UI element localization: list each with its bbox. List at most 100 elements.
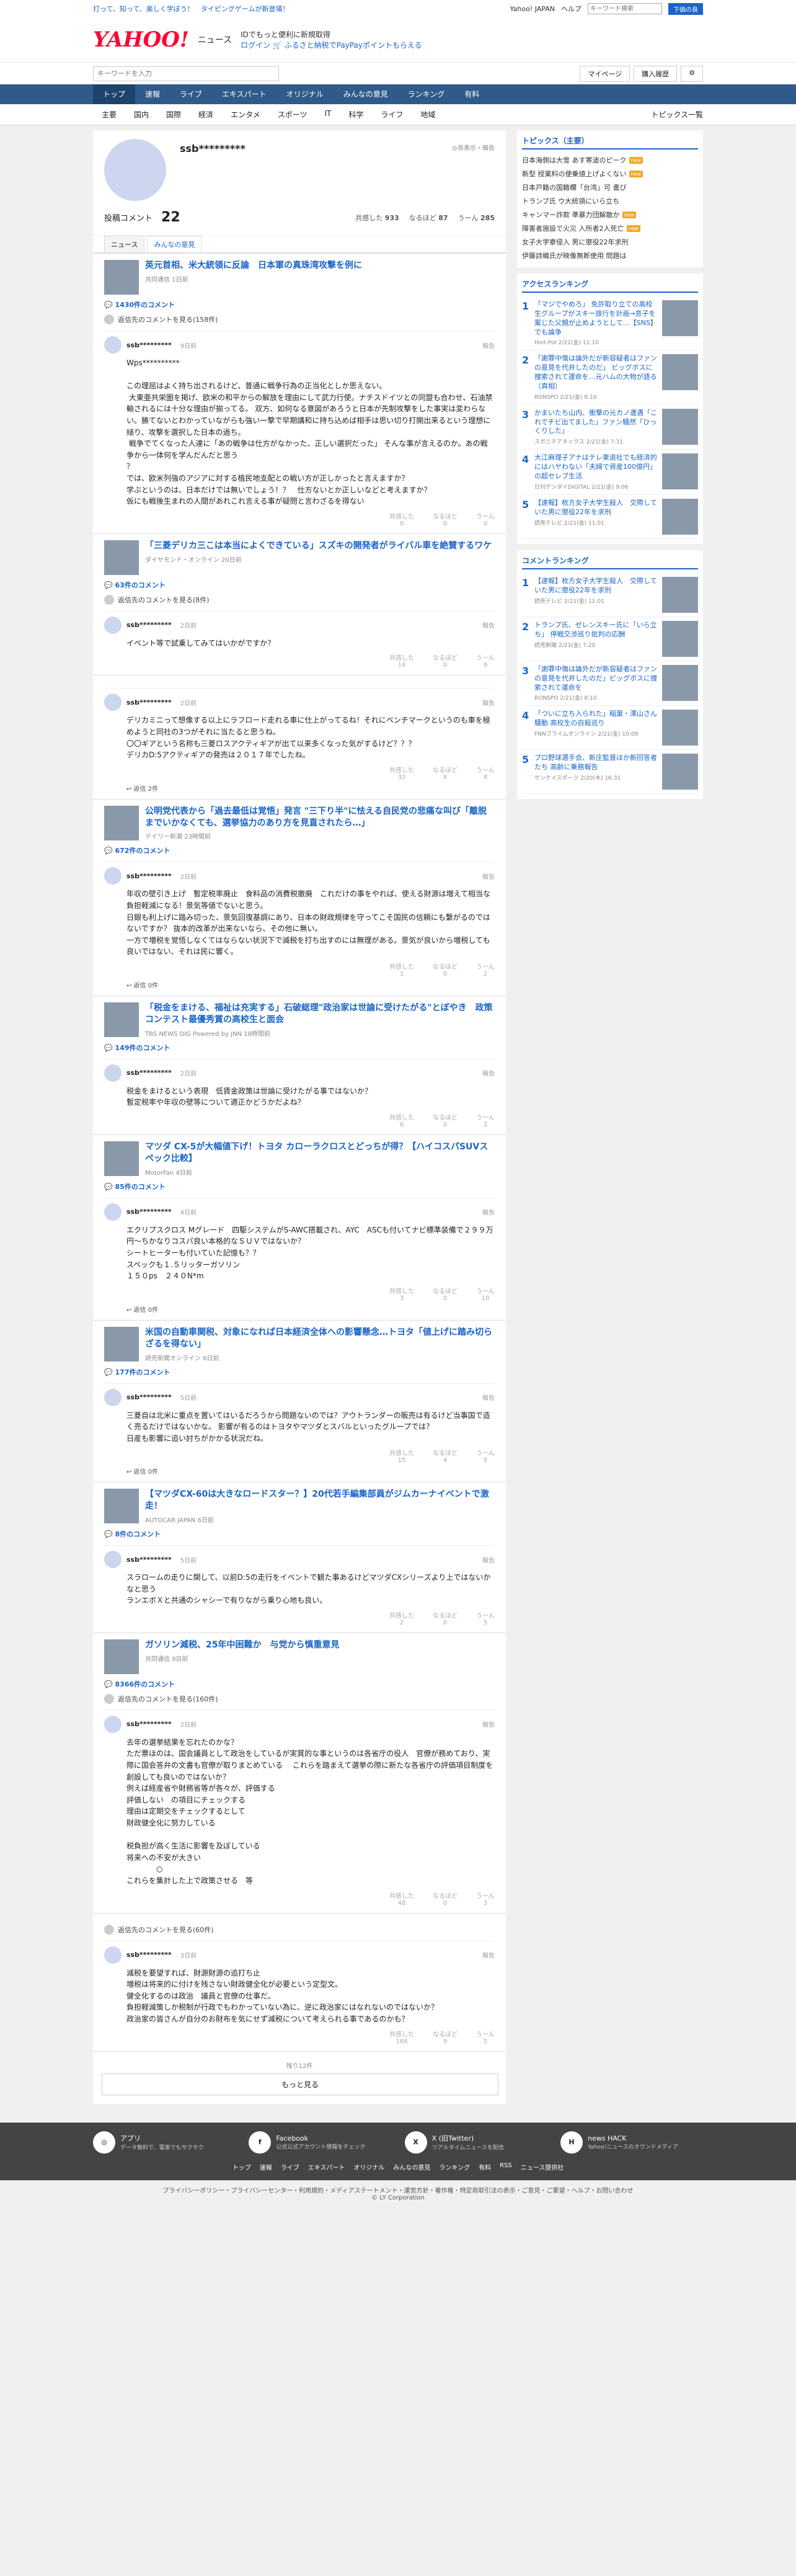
- naruhodo-button[interactable]: なるほど 0: [433, 1610, 458, 1626]
- show-parent-comment[interactable]: 返信先のコメントを見る(60件): [104, 1924, 495, 1935]
- report-link[interactable]: 報告: [482, 1068, 495, 1077]
- footer-nav-item[interactable]: ライブ: [281, 2162, 299, 2172]
- ranking-item[interactable]: 5 プロ野球選手会、新庄監督ほか新回答者たち 高齢に乗務報告 サンケイスポーツ 2/…: [522, 750, 698, 795]
- cat-domestic[interactable]: 国内: [125, 109, 157, 120]
- uun-button[interactable]: うーん 2: [476, 961, 495, 978]
- gnav-top[interactable]: トップ: [93, 84, 136, 104]
- gnav-paid[interactable]: 有料: [454, 84, 489, 104]
- show-parent-comment[interactable]: 返信先のコメントを見る(8件): [104, 594, 495, 605]
- uun-button[interactable]: うーん 9: [476, 653, 495, 669]
- ranking-item[interactable]: 4 「ついに立ち入られた」稲葉・澤山さん騒動 高校生の自殺巡り FNNプライムオンラ…: [522, 706, 698, 751]
- uun-button[interactable]: うーん 2: [476, 1112, 495, 1128]
- id-promo[interactable]: IDでもっと便利に新規取得: [241, 29, 422, 40]
- article-title[interactable]: 【マツダCX-60は大きなロードスター？】20代若手編集部員がジムカーナイベント…: [145, 1489, 495, 1512]
- gnav-original[interactable]: オリジナル: [276, 84, 334, 104]
- footer-nav-item[interactable]: ニュース提供社: [521, 2162, 564, 2172]
- comment-count-link[interactable]: 💬 63件のコメント: [104, 580, 495, 590]
- article-title[interactable]: 米国の自動車関税、対象になれば日本経済全体への影響懸念…トヨタ「値上げに踏み切ら…: [145, 1327, 495, 1350]
- empathy-button[interactable]: 共感した 6: [389, 1112, 414, 1128]
- ranking-item[interactable]: 4 大江麻理子アナはテレ東退社でも経済的にはハヤわない「夫婦で資産100億円」の超…: [522, 450, 698, 495]
- comment-count-link[interactable]: 💬 672件のコメント: [104, 845, 495, 855]
- article-thumbnail[interactable]: [104, 1002, 139, 1038]
- footer-link[interactable]: Hnews HACK Yahoo!ニュースのオウンドメディア: [560, 2131, 703, 2154]
- empathy-button[interactable]: 共感した 2: [389, 1610, 414, 1626]
- comment-username[interactable]: ssb*********: [126, 872, 172, 880]
- empathy-button[interactable]: 共感した 1: [389, 961, 414, 978]
- show-parent-comment[interactable]: 返信先のコメントを見る(158件): [104, 314, 495, 324]
- comment-username[interactable]: ssb*********: [126, 1951, 172, 1959]
- ranking-item[interactable]: 1 【速報】枚方女子大学生殺人 交際していた男に懲役22年を求刑 読売テレビ 2/2…: [522, 573, 698, 617]
- uun-button[interactable]: うーん 8: [476, 765, 495, 781]
- cat-local[interactable]: 地域: [412, 109, 444, 120]
- footer-link[interactable]: ◎ アプリ データ無料で、電車でもサクサク: [93, 2131, 236, 2154]
- empathy-button[interactable]: 共感した 48: [389, 1891, 414, 1907]
- topic-item[interactable]: 伊藤詩織氏が映像無断使用 問題は: [522, 249, 698, 262]
- naruhodo-button[interactable]: なるほど 0: [433, 1286, 458, 1302]
- cat-science[interactable]: 科学: [340, 109, 372, 120]
- naruhodo-button[interactable]: なるほど 4: [433, 1448, 458, 1464]
- top-search-button[interactable]: 下価の良: [668, 2, 703, 15]
- uun-button[interactable]: うーん 5: [476, 2029, 495, 2045]
- naruhodo-button[interactable]: なるほど 0: [433, 511, 458, 527]
- article-thumbnail[interactable]: [104, 1141, 139, 1176]
- footer-nav-item[interactable]: 有料: [479, 2162, 491, 2172]
- comment-count-link[interactable]: 💬 8件のコメント: [104, 1529, 495, 1539]
- empathy-button[interactable]: 共感した 3: [389, 1286, 414, 1302]
- topic-item[interactable]: 障害者施設で火災 入所者2人死亡 new: [522, 221, 698, 235]
- uun-button[interactable]: うーん 5: [476, 1610, 495, 1626]
- comment-username[interactable]: ssb*********: [126, 1556, 172, 1564]
- naruhodo-button[interactable]: なるほど 0: [433, 961, 458, 978]
- cat-life[interactable]: ライフ: [372, 109, 412, 120]
- top-search-input[interactable]: [588, 3, 662, 14]
- mypage-button[interactable]: マイページ: [580, 65, 630, 82]
- cat-sports[interactable]: スポーツ: [269, 109, 316, 120]
- uun-button[interactable]: うーん 0: [476, 511, 495, 527]
- show-parent-comment[interactable]: 返信先のコメントを見る(160件): [104, 1693, 495, 1704]
- comment-username[interactable]: ssb*********: [126, 1069, 172, 1077]
- topic-item[interactable]: 日本戸籍の国籍欄「台湾」可 書び: [522, 180, 698, 194]
- empathy-button[interactable]: 共感した 15: [389, 1448, 414, 1464]
- tab-news[interactable]: ニュース: [104, 236, 145, 252]
- topic-item[interactable]: 新型 授業料の便乗値上げよくない new: [522, 167, 698, 180]
- article-title[interactable]: ガソリン減税、25年中困難か 与党から慎重意見: [145, 1639, 339, 1651]
- help-link[interactable]: ヘルプ: [561, 4, 582, 14]
- ranking-item[interactable]: 3 かまいたち山内、衝撃の元カノ遭遇「これでチビ出てました」ファン騒然「ひっくりし…: [522, 405, 698, 450]
- topic-item[interactable]: 女子大学寮侵入 男に懲役22年求刑: [522, 235, 698, 249]
- article-thumbnail[interactable]: [104, 805, 139, 840]
- purchase-history-button[interactable]: 購入履歴: [634, 65, 678, 82]
- report-link[interactable]: 報告: [482, 341, 495, 350]
- footer-link[interactable]: f Facebook 公式公式アカウント情報をチェック: [249, 2131, 391, 2154]
- report-link[interactable]: 報告: [482, 871, 495, 881]
- naruhodo-button[interactable]: なるほど 0: [433, 1891, 458, 1907]
- footer-nav-item[interactable]: オリジナル: [353, 2162, 384, 2172]
- reply-link[interactable]: ↩ 返信 0件: [126, 980, 495, 989]
- gnav-live[interactable]: ライブ: [170, 84, 212, 104]
- topic-item[interactable]: キャンマー詐欺 準暴力団解散か new: [522, 208, 698, 221]
- load-more-button[interactable]: もっと見る: [102, 2073, 498, 2095]
- ranking-item[interactable]: 5 【速報】枚方女子大学生殺人 交際していた男に懲役22年を求刑 読売テレビ 2/2…: [522, 495, 698, 539]
- cat-economy[interactable]: 経済: [190, 109, 222, 120]
- empathy-button[interactable]: 共感した 32: [389, 765, 414, 781]
- footer-nav-item[interactable]: みんなの意見: [393, 2162, 430, 2172]
- comment-count-link[interactable]: 💬 85件のコメント: [104, 1182, 495, 1192]
- cat-international[interactable]: 国際: [157, 109, 190, 120]
- article-thumbnail[interactable]: [104, 260, 139, 295]
- uun-button[interactable]: うーん 10: [476, 1286, 495, 1302]
- footer-legal-links[interactable]: プライバシーポリシー・プライバシーセンター・利用規約・メディアステートメント・運…: [0, 2185, 796, 2195]
- article-thumbnail[interactable]: [104, 540, 139, 575]
- naruhodo-button[interactable]: なるほど 9: [433, 2029, 458, 2045]
- cat-main[interactable]: 主要: [93, 109, 125, 120]
- article-thumbnail[interactable]: [104, 1326, 139, 1362]
- article-title[interactable]: 公明党代表から「過去最低は覚悟」発言 "三下り半"に怯える自民党の悲痛な叫び「離…: [145, 806, 495, 829]
- empathy-button[interactable]: 共感した 168: [389, 2029, 414, 2045]
- footer-link[interactable]: X X (旧Twitter) リアルタイムニュースを配信: [404, 2131, 547, 2154]
- report-link[interactable]: 報告: [482, 1719, 495, 1729]
- article-title[interactable]: 英元首相、米大統領に反論 日本軍の真珠湾攻撃を例に: [145, 260, 362, 272]
- reply-link[interactable]: ↩ 返信 0件: [126, 1466, 495, 1476]
- empathy-button[interactable]: 共感した 14: [389, 653, 414, 669]
- ranking-item[interactable]: 2 トランプ氏、ゼレンスキー氏に「いら立ち」 停戦交渉巡り批判の応酬 読売新聞 2/…: [522, 617, 698, 661]
- naruhodo-button[interactable]: なるほど 0: [433, 653, 458, 669]
- report-link[interactable]: 報告: [482, 620, 495, 630]
- report-link[interactable]: 報告: [482, 698, 495, 707]
- ranking-item[interactable]: 2 「謝罪中傷は論外だが新容疑者はファンの意見を代弁したのだ」 ビッグボスに捜索さ…: [522, 350, 698, 405]
